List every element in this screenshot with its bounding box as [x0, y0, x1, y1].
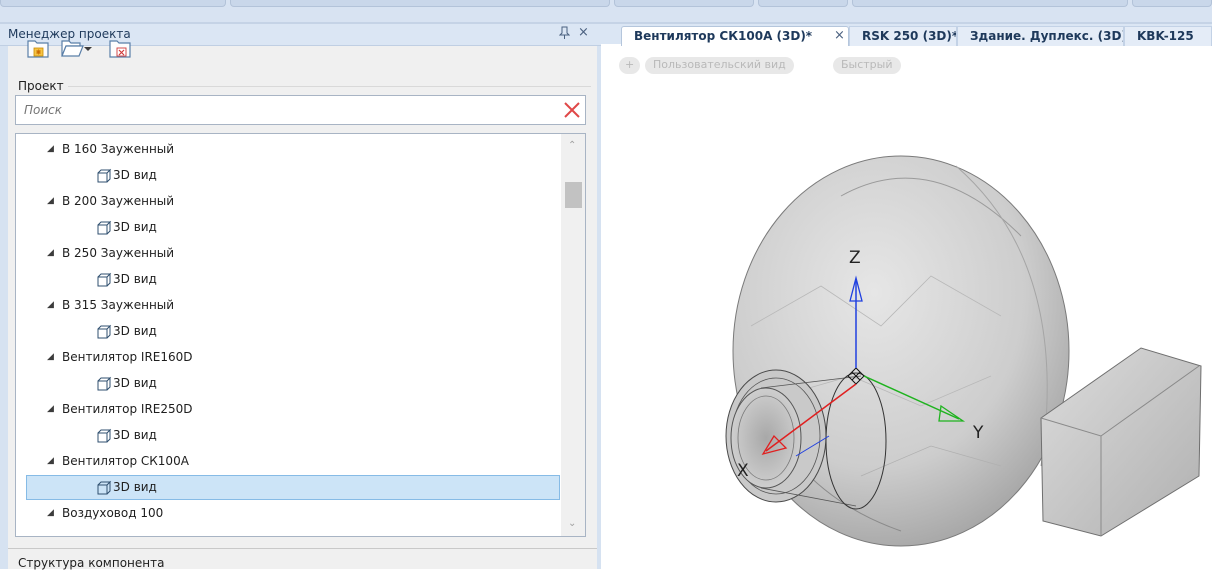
cube-3d-icon	[96, 324, 112, 340]
tree-item-label: 3D вид	[113, 220, 157, 234]
new-project-icon[interactable]	[26, 36, 50, 60]
tab-building-duplex[interactable]: Здание. Дуплекс. (3D)*	[957, 26, 1124, 46]
scroll-thumb[interactable]	[565, 182, 582, 208]
document-tab-bar: Вентилятор СК100А (3D)* × RSK 250 (3D)* …	[601, 24, 1212, 46]
expand-arrow-icon[interactable]: ◢	[47, 196, 54, 206]
tab-label: KBK-125	[1137, 29, 1194, 43]
component-structure-label[interactable]: Структура компонента	[18, 556, 164, 570]
fast-view-button[interactable]: Быстрый	[833, 57, 901, 74]
tree-item-label: Вентилятор IRE250D	[62, 402, 193, 416]
panel-close-button[interactable]: ×	[578, 25, 589, 40]
tree-leaf-item[interactable]: 3D вид	[16, 371, 556, 397]
tree-item-label: 3D вид	[113, 168, 157, 182]
ribbon-segment	[230, 0, 610, 7]
ribbon-segment	[0, 0, 226, 7]
tab-rsk-250[interactable]: RSK 250 (3D)*	[849, 26, 957, 46]
tree-leaf-item[interactable]: 3D вид	[16, 423, 556, 449]
tree-item-label: 3D вид	[113, 376, 157, 390]
tree-group-item[interactable]: ◢ Вентилятор IRE160D	[16, 345, 556, 371]
tree-leaf-item[interactable]: 3D вид	[16, 215, 556, 241]
tree-item-label: 3D вид	[113, 324, 157, 338]
search-input[interactable]	[16, 96, 556, 124]
ribbon-segment	[1132, 0, 1212, 7]
axis-y-label: Y	[972, 423, 984, 443]
search-box	[15, 95, 586, 125]
tree-leaf-item[interactable]: 3D вид	[16, 163, 556, 189]
tab-label: Здание. Дуплекс. (3D)*	[970, 29, 1124, 43]
tree-item-label: В 200 Зауженный	[62, 194, 175, 208]
tree-group-item[interactable]: ◢ В 250 Зауженный	[16, 241, 556, 267]
tree-item-label: Воздуховод 100	[62, 506, 164, 520]
cube-3d-icon	[96, 220, 112, 236]
pin-icon[interactable]	[558, 26, 571, 43]
top-ribbon-strip	[0, 0, 1212, 24]
tree-group-item[interactable]: ◢ В 315 Зауженный	[16, 293, 556, 319]
expand-arrow-icon[interactable]: ◢	[47, 144, 54, 154]
scroll-down-arrow-icon[interactable]: ⌄	[568, 518, 576, 529]
cube-3d-icon	[96, 376, 112, 392]
fan-3d-model: Z X Y	[725, 155, 1202, 547]
cube-3d-icon	[96, 272, 112, 288]
axis-x-label: X	[737, 461, 749, 481]
tree-item-label: В 315 Зауженный	[62, 298, 175, 312]
tree-item-label: Вентилятор IRE160D	[62, 350, 193, 364]
tab-label: Вентилятор СК100А (3D)*	[634, 29, 813, 43]
project-section-label: Проект	[18, 79, 64, 93]
tree-item-label: В 160 Зауженный	[62, 142, 175, 156]
document-area: Вентилятор СК100А (3D)* × RSK 250 (3D)* …	[601, 24, 1212, 569]
open-folder-icon[interactable]	[60, 36, 84, 60]
ribbon-segment	[758, 0, 848, 7]
section-divider	[68, 86, 591, 87]
expand-arrow-icon[interactable]: ◢	[47, 456, 54, 466]
3d-viewport[interactable]: Z X Y	[601, 76, 1212, 569]
cube-3d-icon	[96, 480, 112, 496]
tree-group-item[interactable]: ◢ Воздуховод 100	[16, 501, 556, 527]
axis-z-label: Z	[849, 248, 861, 268]
tree-group-item[interactable]: ◢ Вентилятор СК100А	[16, 449, 556, 475]
tree-item-label: 3D вид	[113, 428, 157, 442]
add-view-button[interactable]: +	[619, 57, 641, 74]
tree-item-label: Вентилятор СК100А	[62, 454, 189, 468]
tree-item-label: 3D вид	[113, 272, 157, 286]
tree-item-label: В 250 Зауженный	[62, 246, 175, 260]
clear-search-icon[interactable]	[562, 100, 582, 120]
cube-3d-icon	[96, 168, 112, 184]
tab-label: RSK 250 (3D)*	[862, 29, 957, 43]
tree-group-item[interactable]: ◢ Вентилятор IRE250D	[16, 397, 556, 423]
tree-scrollbar[interactable]: ⌃ ⌄	[561, 134, 585, 536]
expand-arrow-icon[interactable]: ◢	[47, 508, 54, 518]
tab-kbk-125[interactable]: KBK-125	[1124, 26, 1212, 46]
ribbon-segment	[852, 0, 1128, 7]
tab-close-button[interactable]: ×	[834, 28, 845, 43]
cube-3d-icon	[96, 428, 112, 444]
tab-fan-ck100a[interactable]: Вентилятор СК100А (3D)* ×	[621, 26, 849, 46]
expand-arrow-icon[interactable]: ◢	[47, 352, 54, 362]
expand-arrow-icon[interactable]: ◢	[47, 248, 54, 258]
tree-leaf-item[interactable]: 3D вид	[16, 267, 556, 293]
close-project-icon[interactable]	[108, 36, 132, 60]
chevron-down-icon[interactable]	[82, 36, 94, 60]
tree-group-item[interactable]: ◢ В 200 Зауженный	[16, 189, 556, 215]
project-tree: ◢ В 160 Зауженный 3D вид ◢ В 200 Зауженн…	[15, 133, 586, 537]
tree-group-item[interactable]: ◢ В 160 Зауженный	[16, 137, 556, 163]
tree-item-label: 3D вид	[113, 480, 157, 494]
tree-leaf-item-selected[interactable]: 3D вид	[26, 475, 560, 500]
section-divider	[8, 548, 597, 549]
tree-leaf-item[interactable]: 3D вид	[16, 319, 556, 345]
custom-view-button[interactable]: Пользовательский вид	[645, 57, 794, 74]
scroll-up-arrow-icon[interactable]: ⌃	[568, 140, 576, 151]
expand-arrow-icon[interactable]: ◢	[47, 404, 54, 414]
expand-arrow-icon[interactable]: ◢	[47, 300, 54, 310]
ribbon-segment	[614, 0, 754, 7]
